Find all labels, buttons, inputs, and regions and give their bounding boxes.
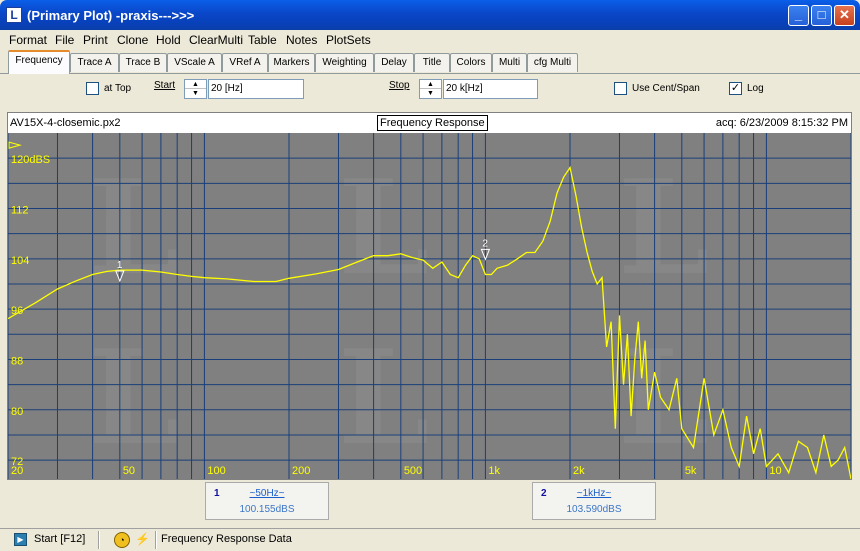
tab-trace-b[interactable]: Trace B (119, 53, 167, 72)
tab-vscale-a[interactable]: VScale A (167, 53, 222, 72)
acquisition-time: acq: 6/23/2009 8:15:32 PM (715, 117, 848, 129)
menu-hold[interactable]: Hold (156, 33, 181, 47)
menu-format[interactable]: Format (9, 33, 47, 47)
x-tick-label: 500 (404, 465, 422, 477)
status-bar: ▶ Start [F12] ◔ ⚡ Frequency Response Dat… (0, 528, 860, 551)
x-tick-label: 1k (488, 465, 500, 477)
stop-spinner[interactable]: ▲ ▼ (419, 79, 442, 99)
plot-header: AV15X-4-closemic.px2 Frequency Response … (8, 113, 851, 133)
window-title: (Primary Plot) -praxis--->>> (27, 8, 195, 23)
status-message: Frequency Response Data (161, 533, 292, 545)
minimize-icon: _ (794, 7, 803, 22)
frequency-controls: at Top Start ▲ ▼ 20 [Hz] Stop ▲ ▼ 20 k[Hz]… (0, 74, 860, 106)
marker-1-label: 1 (117, 260, 123, 271)
x-tick-label: 200 (292, 465, 310, 477)
marker-1-value: 100.155dBS (239, 504, 295, 515)
marker-2-frequency[interactable]: ~1kHz~ (533, 488, 655, 499)
start-button[interactable]: Start [F12] (34, 533, 85, 545)
y-tick-label: 80 (11, 406, 23, 418)
marker-1-frequency[interactable]: ~50Hz~ (206, 488, 328, 499)
menu-notes[interactable]: Notes (286, 33, 317, 47)
x-tick-label: 10 (769, 465, 781, 477)
menu-table[interactable]: Table (248, 33, 277, 47)
y-tick-label: 112 (11, 204, 29, 216)
frequency-response-chart[interactable]: L L LL L L 120dBS1121049688807220 50 100 200 500… (8, 133, 851, 479)
close-button[interactable]: ✕ (834, 5, 855, 26)
y-unit-label: 120dBS (11, 154, 50, 166)
tab-colors[interactable]: Colors (450, 53, 492, 72)
watermark-logo-4: L (338, 321, 429, 474)
tab-title[interactable]: Title (414, 53, 450, 72)
watermark-logo-0: L (88, 151, 179, 304)
spin-down-icon[interactable]: ▼ (420, 89, 441, 98)
log-label: Log (747, 83, 764, 94)
spin-up-icon[interactable]: ▲ (185, 80, 206, 89)
menu-print[interactable]: Print (83, 33, 108, 47)
at-top-label: at Top (104, 83, 132, 94)
checkmark-icon: ✓ (730, 82, 741, 94)
tab-multi[interactable]: Multi (492, 53, 527, 72)
spin-up-icon[interactable]: ▲ (420, 80, 441, 89)
start-label: Start (154, 80, 176, 91)
tab-cfg-multi[interactable]: cfg Multi (527, 53, 578, 72)
stop-label: Stop (389, 80, 410, 91)
close-icon: ✕ (839, 7, 850, 22)
app-logo-icon[interactable]: L (6, 7, 22, 23)
spin-down-icon[interactable]: ▼ (185, 89, 206, 98)
tab-frequency[interactable]: Frequency (8, 50, 70, 74)
title-bar[interactable]: L (Primary Plot) -praxis--->>> _ □ ✕ (0, 0, 860, 30)
tab-vref-a[interactable]: VRef A (222, 53, 268, 72)
x-tick-label: 20 (11, 465, 23, 477)
start-spinner[interactable]: ▲ ▼ (184, 79, 207, 99)
tool-icon[interactable]: ⚡ (135, 532, 150, 546)
marker-2-readout[interactable]: 2 ~1kHz~ 103.590dBS (532, 482, 656, 520)
marker-2-value: 103.590dBS (566, 504, 622, 515)
plot-panel: AV15X-4-closemic.px2 Frequency Response … (7, 112, 852, 480)
marker-1-readout[interactable]: 1 ~50Hz~ 100.155dBS (205, 482, 329, 520)
tab-markers[interactable]: Markers (268, 53, 315, 72)
y-tick-label: 88 (11, 355, 23, 367)
play-icon[interactable]: ▶ (14, 533, 27, 546)
menu-file[interactable]: File (55, 33, 74, 47)
tab-trace-a[interactable]: Trace A (70, 53, 119, 72)
cent-span-label: Use Cent/Span (632, 83, 700, 94)
stop-input[interactable]: 20 k[Hz] (443, 79, 538, 99)
marker-2-label: 2 (482, 238, 488, 249)
watermark-logo-3: L (88, 321, 179, 474)
start-input[interactable]: 20 [Hz] (208, 79, 304, 99)
tab-bar: Frequency Trace A Trace B VScale A VRef … (0, 50, 860, 74)
cent-span-checkbox[interactable] (614, 82, 627, 95)
menu-clone[interactable]: Clone (117, 33, 148, 47)
maximize-icon: □ (817, 7, 826, 22)
x-tick-label: 50 (123, 465, 135, 477)
tab-delay[interactable]: Delay (374, 53, 414, 72)
watermark-logo-2: L (618, 151, 709, 304)
watermark-logo-1: L (338, 151, 429, 304)
tab-weighting[interactable]: Weighting (315, 53, 374, 72)
x-tick-label: 2k (573, 465, 585, 477)
y-tick-label: 96 (11, 305, 23, 317)
menu-bar: Format File Print Clone Hold ClearMulti … (0, 30, 860, 50)
maximize-button[interactable]: □ (811, 5, 832, 26)
y-tick-label: 104 (11, 255, 29, 267)
x-tick-label: 100 (207, 465, 225, 477)
log-checkbox[interactable]: ✓ (729, 82, 742, 95)
menu-clearmulti[interactable]: ClearMulti (189, 33, 243, 47)
x-tick-label: 5k (685, 465, 697, 477)
plot-title[interactable]: Frequency Response (377, 115, 488, 131)
menu-plotsets[interactable]: PlotSets (326, 33, 371, 47)
gauge-icon[interactable]: ◔ (114, 532, 130, 548)
minimize-button[interactable]: _ (788, 5, 809, 26)
file-name: AV15X-4-closemic.px2 (10, 117, 121, 129)
at-top-checkbox[interactable] (86, 82, 99, 95)
